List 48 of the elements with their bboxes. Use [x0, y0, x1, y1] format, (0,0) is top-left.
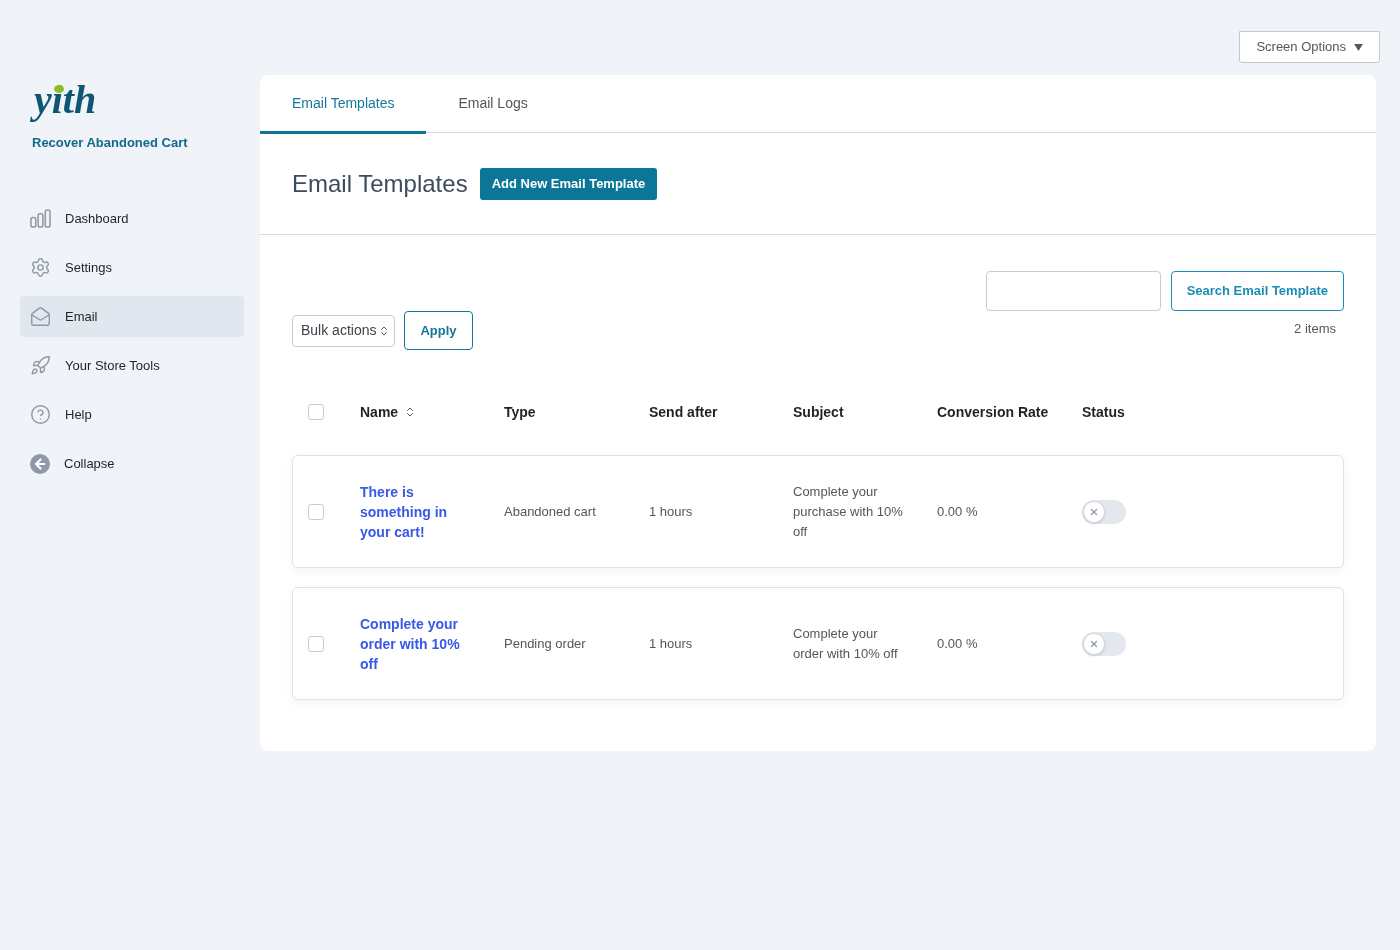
product-name: Recover Abandoned Cart — [32, 135, 188, 150]
table-cell-text: 1 hours — [649, 634, 693, 653]
screen-options-button[interactable]: Screen Options — [1239, 31, 1380, 63]
apply-button[interactable]: Apply — [404, 311, 473, 350]
arrow-left-icon — [30, 453, 50, 474]
search-field[interactable] — [985, 271, 1161, 311]
x-icon — [1089, 638, 1099, 649]
template-name-link[interactable]: There is something in your cart! — [360, 481, 468, 542]
sidebar-item[interactable]: Settings — [20, 247, 244, 288]
caret-down-icon — [1354, 43, 1363, 51]
sidebar-item[interactable]: Dashboard — [20, 198, 244, 239]
tab[interactable]: Email Templates — [260, 75, 427, 134]
column-header: Status — [1082, 402, 1125, 422]
table-cell-text: 0.00 % — [937, 502, 978, 521]
bar-chart-icon — [30, 208, 51, 229]
envelope-icon — [30, 306, 51, 327]
column-header[interactable]: Name — [360, 401, 417, 423]
sidebar-item[interactable]: Collapse — [20, 443, 244, 484]
checkbox[interactable] — [308, 404, 324, 420]
help-icon — [30, 404, 51, 425]
template-name-link[interactable]: Complete your order with 10% off — [360, 613, 468, 674]
sidebar-item[interactable]: Email — [20, 296, 244, 337]
sidebar-item[interactable]: Your Store Tools — [20, 345, 244, 386]
bulk-actions-select[interactable]: Bulk actions — [292, 314, 396, 347]
column-header: Subject — [793, 402, 844, 422]
table-cell-text: Complete your purchase with 10% off — [793, 482, 904, 541]
checkbox[interactable] — [308, 503, 324, 520]
rocket-icon — [30, 355, 51, 376]
column-header: Send after — [649, 402, 718, 422]
tab[interactable]: Email Logs — [426, 75, 560, 134]
table-cell-text: 1 hours — [649, 502, 693, 521]
x-icon — [1089, 506, 1099, 517]
items-count: 2 items — [1294, 320, 1336, 338]
table-cell-text: Abandoned cart — [504, 502, 596, 521]
column-header: Conversion Rate — [937, 402, 1049, 422]
add-new-email-template-button[interactable]: Add New Email Template — [479, 167, 658, 200]
column-header: Type — [504, 402, 536, 422]
status-toggle[interactable] — [1082, 499, 1126, 524]
settings-icon — [30, 257, 51, 278]
table-cell-text: Complete your order with 10% off — [793, 624, 899, 663]
table-cell-text: Pending order — [504, 634, 586, 653]
checkbox[interactable] — [308, 635, 324, 652]
table-cell-text: 0.00 % — [937, 634, 978, 653]
logo: yith — [26, 72, 112, 126]
search-email-template-button[interactable]: Search Email Template — [1170, 271, 1344, 311]
sidebar-item[interactable]: Help — [20, 394, 244, 435]
status-toggle[interactable] — [1082, 631, 1126, 656]
page-title: Email Templates — [292, 168, 468, 199]
